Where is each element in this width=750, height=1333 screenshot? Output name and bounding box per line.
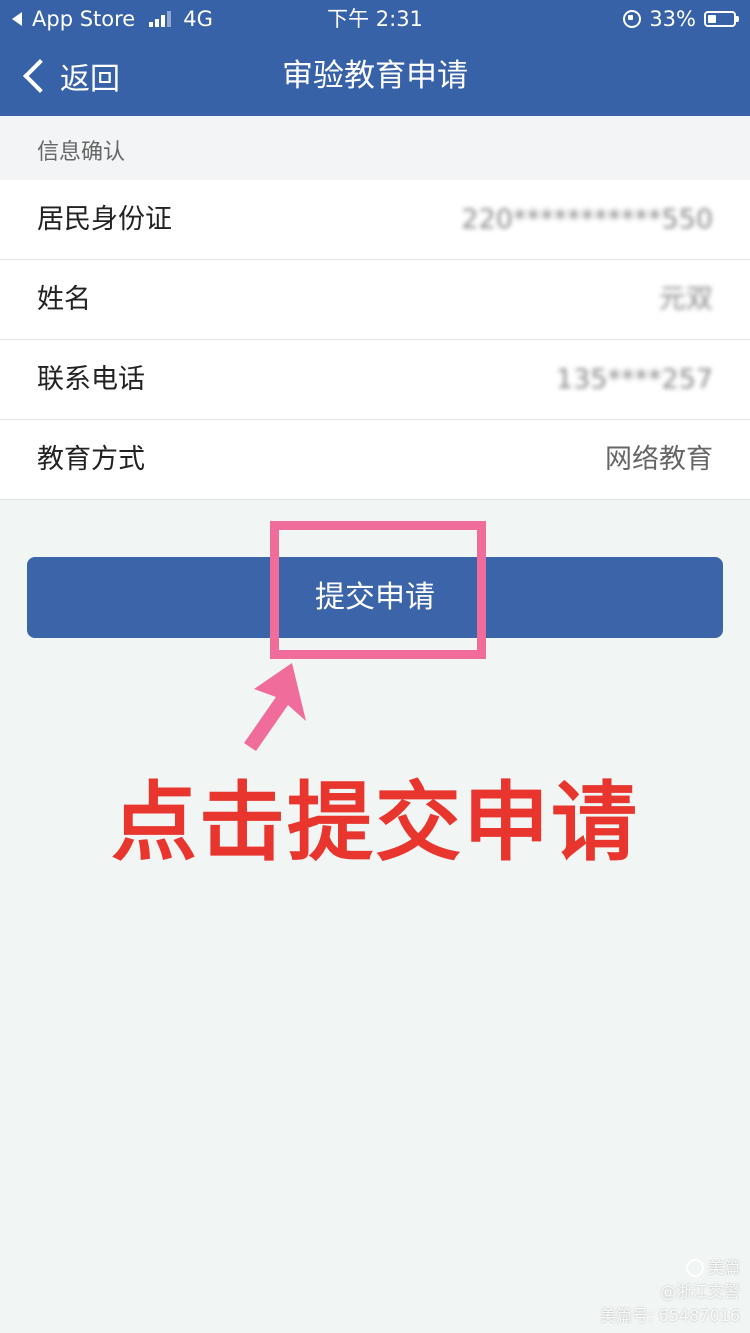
top-bar: App Store 4G 下午 2:31 33% 返回 审验教育申请 xyxy=(0,0,750,116)
info-value: 220***********550 xyxy=(461,204,713,235)
info-label: 联系电话 xyxy=(37,364,145,395)
watermark-id: 美篇号: 65487016 xyxy=(600,1306,740,1325)
meipian-logo-icon xyxy=(685,1259,704,1277)
info-value: 网络教育 xyxy=(605,444,713,475)
status-bar-right: 33% xyxy=(623,4,739,34)
battery-percent: 33% xyxy=(649,7,696,31)
watermark-brand-label: 美篇 xyxy=(707,1258,740,1277)
info-row-name: 姓名 元双 xyxy=(0,260,750,340)
info-label: 教育方式 xyxy=(37,444,145,475)
info-value: 135****257 xyxy=(555,364,713,395)
battery-icon xyxy=(704,11,739,27)
watermark-author: @浙江交警 xyxy=(659,1282,740,1301)
annotation-text: 点击提交申请 xyxy=(111,773,639,873)
info-label: 姓名 xyxy=(37,284,91,315)
info-label: 居民身份证 xyxy=(37,204,172,235)
section-header-label: 信息确认 xyxy=(37,140,126,165)
info-list: 居民身份证 220***********550 姓名 元双 联系电话 135**… xyxy=(0,180,750,500)
info-row-education-method: 教育方式 网络教育 xyxy=(0,420,750,500)
annotation-highlight-box xyxy=(270,521,486,659)
info-row-id-card: 居民身份证 220***********550 xyxy=(0,180,750,260)
info-row-phone: 联系电话 135****257 xyxy=(0,340,750,420)
page-title: 审验教育申请 xyxy=(282,58,468,94)
annotation-arrow-icon xyxy=(244,663,306,751)
info-value: 元双 xyxy=(659,284,713,315)
watermark: 美篇 @浙江交警 美篇号: 65487016 xyxy=(600,1256,740,1328)
watermark-brand: 美篇 xyxy=(600,1256,740,1280)
rotation-lock-icon xyxy=(623,10,642,28)
section-header: 信息确认 xyxy=(0,116,750,180)
